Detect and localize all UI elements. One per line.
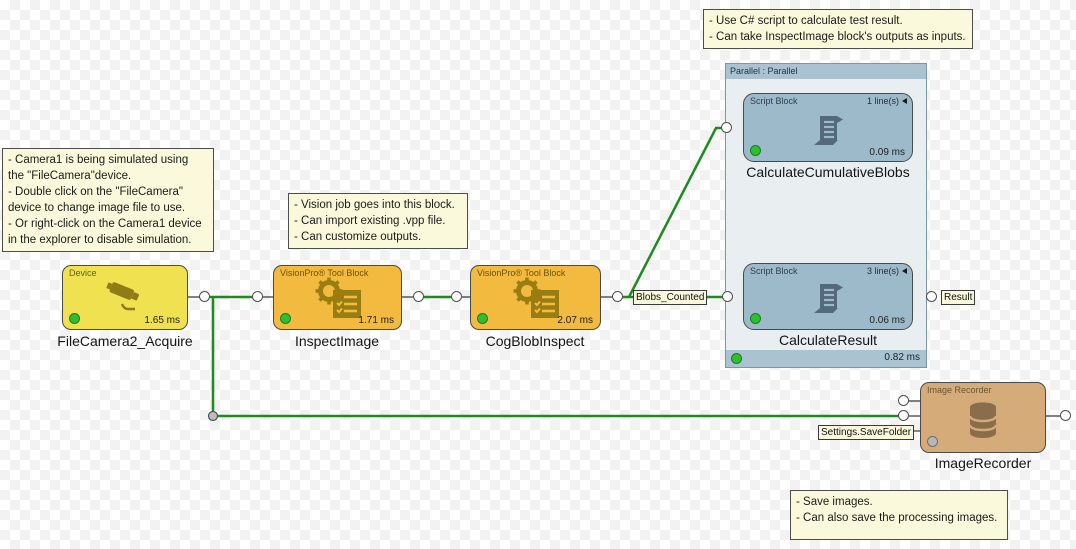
lines-badge: 1 line(s)	[867, 96, 907, 106]
block-calculateresult[interactable]: Script Block 3 line(s) 0.06 ms	[743, 263, 913, 330]
note-line: - Save images.	[796, 494, 1002, 510]
block-inspectimage[interactable]: VisionPro® Tool Block 1.71 ms	[273, 265, 402, 330]
note-vision-job[interactable]: - Vision job goes into this block. - Can…	[288, 193, 468, 249]
port-inspectimage-output[interactable]	[413, 291, 424, 302]
gear-checklist-icon	[310, 277, 366, 321]
parallel-exec-time: 0.82 ms	[884, 352, 920, 363]
block-exec-time: 0.09 ms	[869, 147, 905, 158]
note-line: the "FileCamera"device.	[8, 168, 208, 184]
cctv-camera-icon	[102, 282, 148, 316]
note-line: - Can import existing .vpp file.	[294, 213, 462, 229]
note-line: - Double click on the "FileCamera"	[8, 184, 208, 200]
block-name-calculatecumulativeblobs: CalculateCumulativeBlobs	[746, 164, 909, 180]
port-filecamera-output[interactable]	[199, 291, 210, 302]
port-tag-blobs-counted[interactable]: Blobs_Counted	[633, 290, 707, 305]
block-name-calculateresult: CalculateResult	[779, 332, 877, 348]
port-calculateresult-output[interactable]	[926, 291, 937, 302]
port-imagerecorder-input-2[interactable]	[898, 410, 909, 421]
note-line: - Can customize outputs.	[294, 229, 462, 245]
lines-count: 3 line(s)	[867, 266, 899, 276]
status-dot-gray-icon	[927, 436, 938, 447]
script-scroll-icon	[809, 111, 847, 149]
note-line: - Can take InspectImage block's outputs …	[709, 29, 967, 45]
port-imagerecorder-output[interactable]	[1060, 410, 1071, 421]
block-exec-time: 0.06 ms	[869, 315, 905, 326]
block-cogblobinspect[interactable]: VisionPro® Tool Block 2.07 ms	[470, 265, 601, 330]
port-calculateresult-input[interactable]	[722, 291, 733, 302]
note-line: device to change image file to use.	[8, 200, 208, 216]
block-name-imagerecorder: ImageRecorder	[935, 455, 1032, 471]
block-exec-time: 1.71 ms	[358, 315, 394, 326]
status-dot-green-icon	[477, 313, 488, 324]
lines-count: 1 line(s)	[867, 96, 899, 106]
database-icon	[962, 400, 1004, 440]
status-dot-green-icon	[280, 313, 291, 324]
wire-junction-dot[interactable]	[209, 412, 218, 421]
block-name-inspectimage: InspectImage	[295, 333, 379, 349]
note-line: in the explorer to disable simulation.	[8, 232, 208, 248]
parallel-container-header: Parallel : Parallel	[726, 64, 926, 79]
note-line: - Camera1 is being simulated using	[8, 152, 208, 168]
note-line: - Vision job goes into this block.	[294, 197, 462, 213]
note-save-images[interactable]: - Save images. - Can also save the proce…	[790, 490, 1008, 540]
block-type-label: Device	[69, 268, 97, 278]
port-inspectimage-input[interactable]	[252, 291, 263, 302]
block-type-label: Script Block	[750, 96, 798, 106]
block-name-cogblobinspect: CogBlobInspect	[486, 333, 585, 349]
lines-badge: 3 line(s)	[867, 266, 907, 276]
block-exec-time: 1.65 ms	[144, 315, 180, 326]
note-camera-simulation[interactable]: - Camera1 is being simulated using the "…	[2, 148, 214, 252]
port-calculatecumulativeblobs-input[interactable]	[721, 122, 732, 133]
block-type-label: Script Block	[750, 266, 798, 276]
status-dot-green-icon	[750, 145, 761, 156]
wire-cogblobinspect-to-calculatecumulativeblobs[interactable]	[629, 128, 727, 297]
script-scroll-icon	[809, 279, 847, 317]
status-dot-green-icon	[69, 313, 80, 324]
port-tag-settings-savefolder[interactable]: Settings.SaveFolder	[818, 425, 914, 440]
port-cogblobinspect-output[interactable]	[612, 291, 623, 302]
note-line: - Use C# script to calculate test result…	[709, 13, 967, 29]
status-dot-green-icon	[731, 353, 742, 364]
port-imagerecorder-input-1[interactable]	[898, 395, 909, 406]
block-filecamera2-acquire[interactable]: Device 1.65 ms	[62, 265, 188, 330]
block-imagerecorder[interactable]: Image Recorder	[920, 382, 1046, 453]
gear-checklist-icon	[508, 277, 564, 321]
note-line: - Or right-click on the Camera1 device	[8, 216, 208, 232]
block-type-label: Image Recorder	[927, 385, 992, 395]
block-name-filecamera2-acquire: FileCamera2_Acquire	[57, 333, 192, 349]
parallel-container-footer: 0.82 ms	[726, 350, 926, 367]
collapse-left-triangle-icon[interactable]	[902, 98, 907, 104]
collapse-left-triangle-icon[interactable]	[902, 268, 907, 274]
note-line: - Can also save the processing images.	[796, 510, 1002, 526]
flow-canvas[interactable]: - Use C# script to calculate test result…	[0, 0, 1076, 549]
port-cogblobinspect-input[interactable]	[451, 291, 462, 302]
note-script-block[interactable]: - Use C# script to calculate test result…	[703, 9, 973, 49]
block-exec-time: 2.07 ms	[557, 315, 593, 326]
block-calculatecumulativeblobs[interactable]: Script Block 1 line(s) 0.09 ms	[743, 93, 913, 162]
status-dot-green-icon	[750, 313, 761, 324]
port-tag-result[interactable]: Result	[941, 290, 975, 305]
